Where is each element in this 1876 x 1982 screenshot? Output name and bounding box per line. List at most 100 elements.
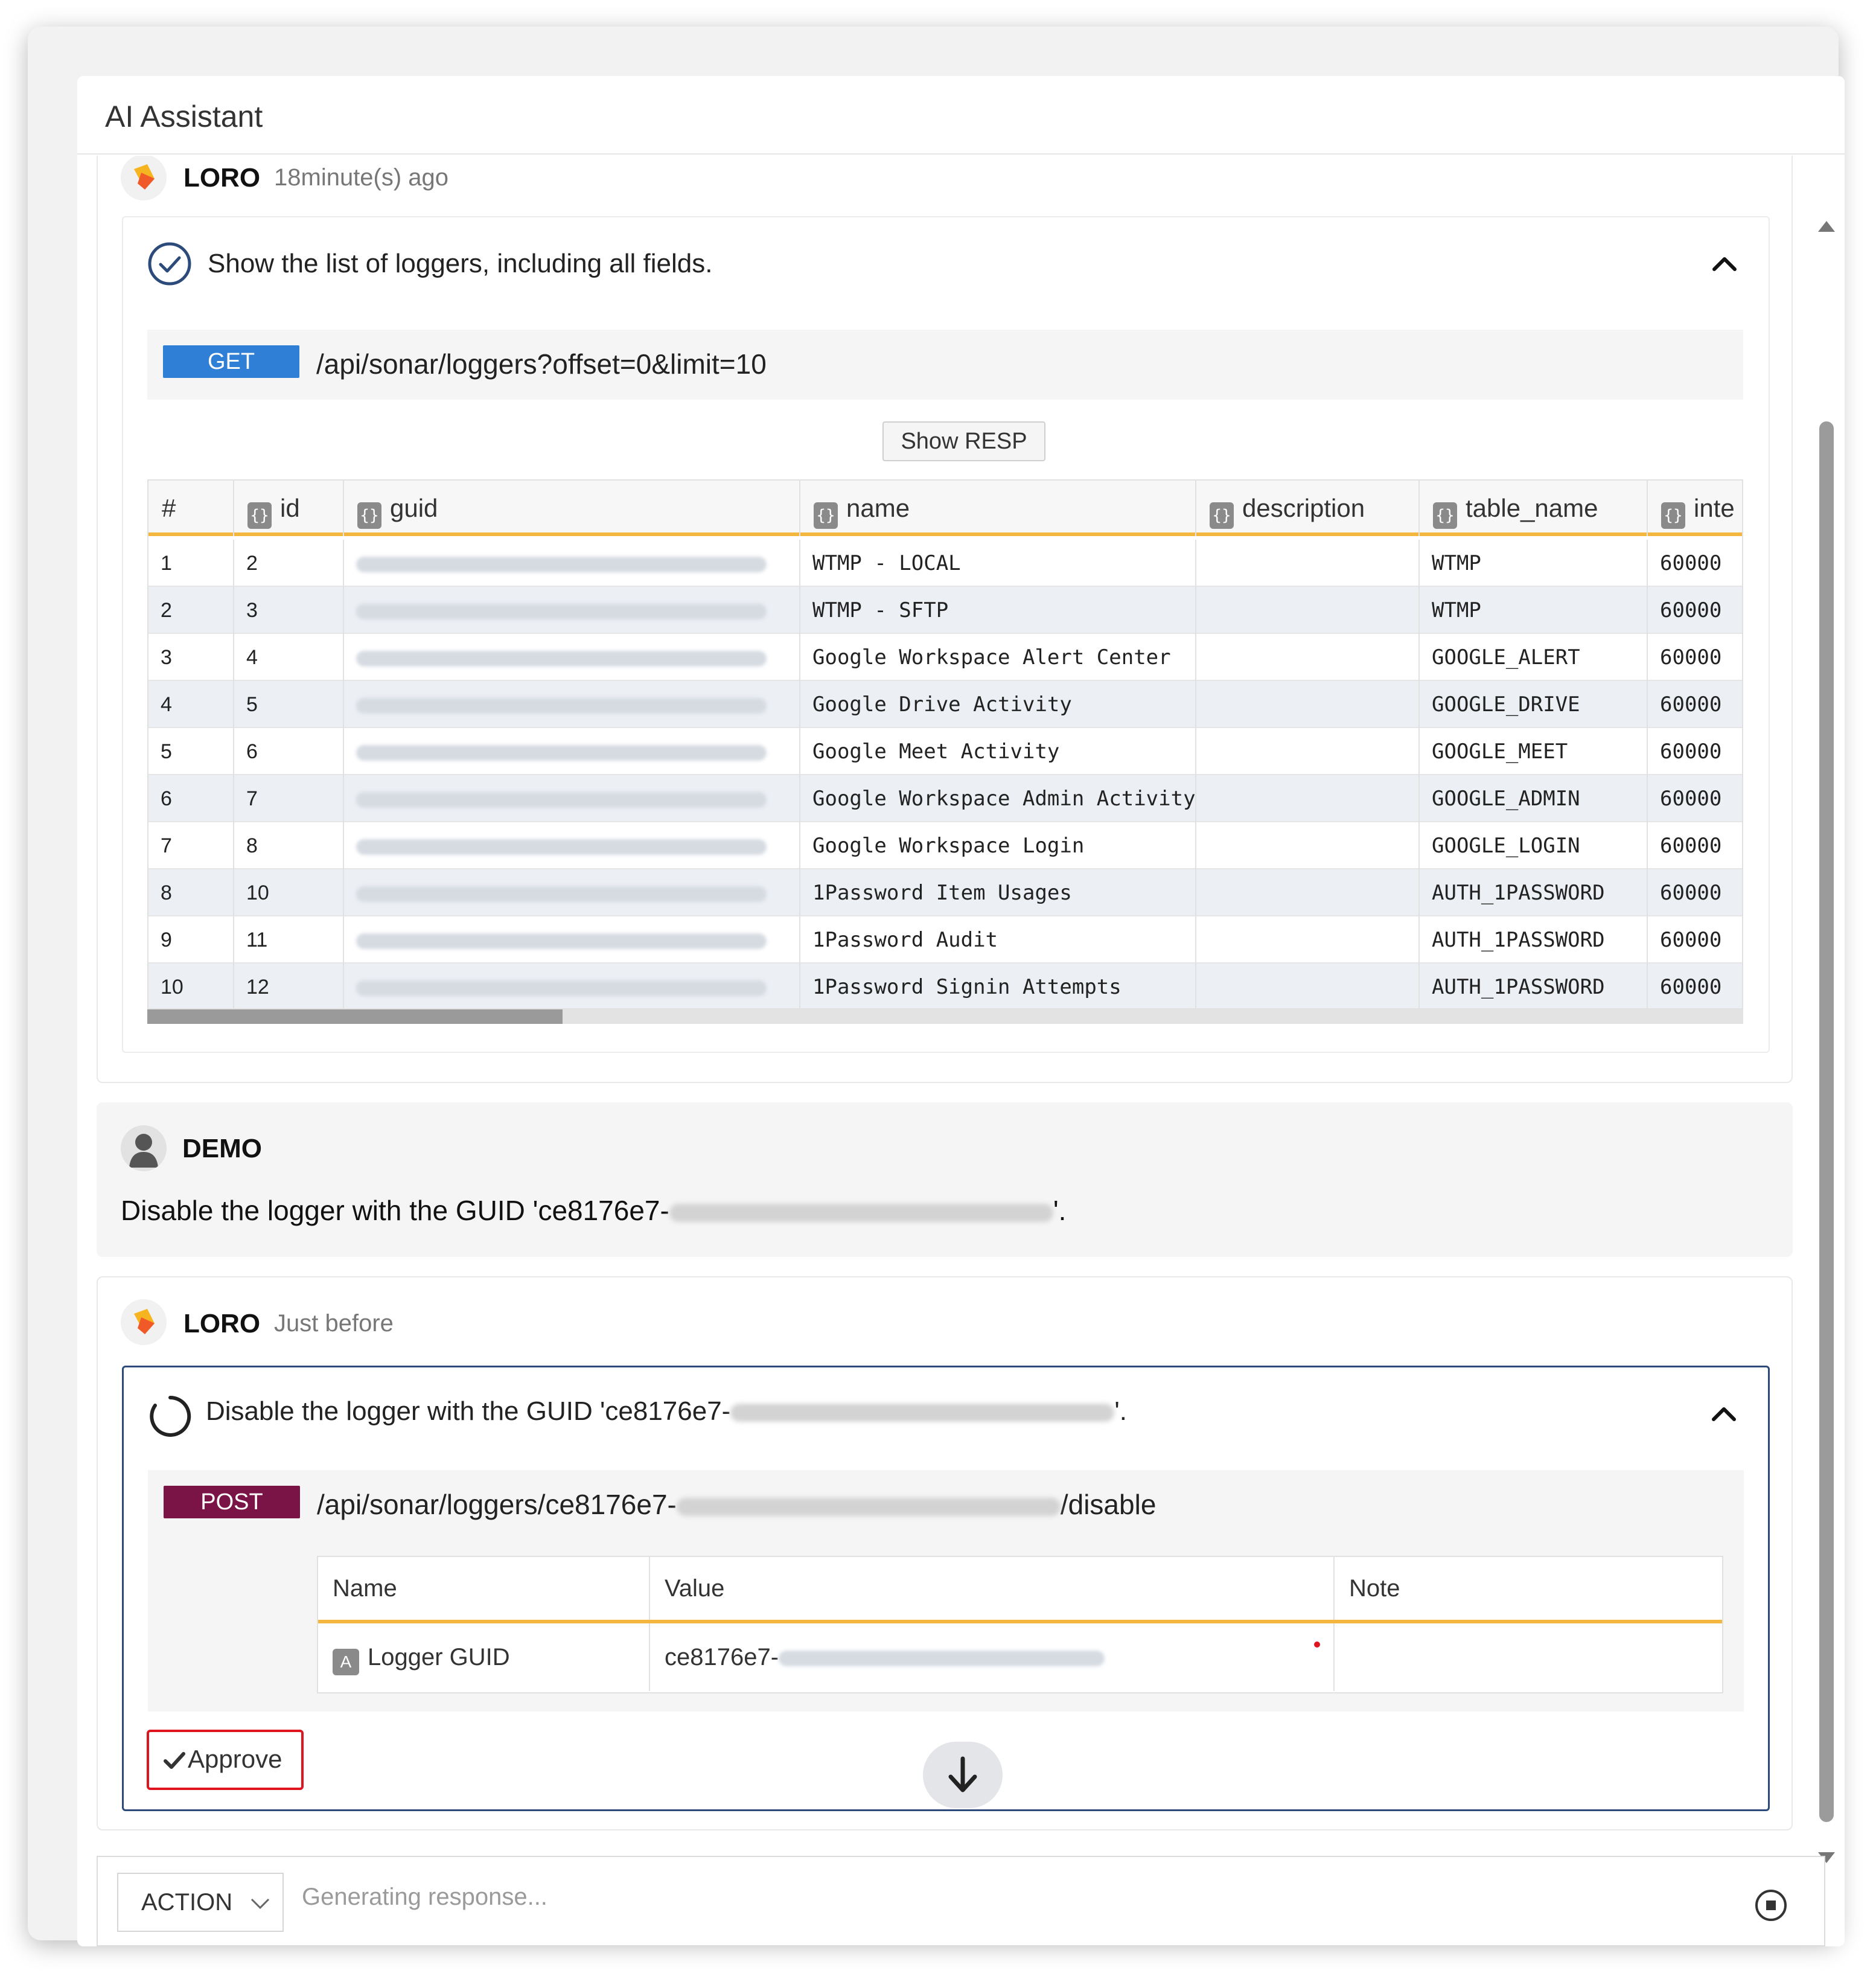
table-cell-table-name: AUTH_1PASSWORD (1420, 869, 1648, 916)
tool-title: Show the list of loggers, including all … (208, 249, 713, 278)
table-cell-table-name: GOOGLE_ALERT (1420, 634, 1648, 681)
sender-name: LORO (183, 1309, 261, 1338)
redacted-guid (779, 1651, 1105, 1667)
redacted-guid (356, 933, 767, 950)
table-cell-name: WTMP - LOCAL (800, 540, 1196, 587)
table-cell-description (1196, 775, 1420, 822)
param-note-cell (1335, 1623, 1722, 1691)
table-cell-inte: 60000 (1660, 551, 1722, 575)
mode-select[interactable]: ACTION (117, 1873, 284, 1932)
table-cell-id: 11 (234, 916, 344, 964)
chat-input-bar: ACTION Generating response... (97, 1856, 1825, 1946)
redacted-guid (356, 651, 767, 667)
approve-button[interactable]: Approve (147, 1730, 304, 1790)
table-cell-n: 8 (148, 869, 234, 916)
table-row[interactable]: 9 11 1Password Audit AUTH_1PASSWORD 60000 (148, 916, 1742, 964)
redacted-guid (669, 1203, 1053, 1222)
redacted-guid (356, 698, 767, 714)
assistant-panel: AI Assistant LORO 18minute(s) ago Show t… (77, 76, 1845, 1946)
string-type-icon: A (333, 1649, 359, 1675)
conversation-scroll-area[interactable]: LORO 18minute(s) ago Show the list of lo… (77, 156, 1845, 1846)
table-cell-table-name: GOOGLE_LOGIN (1420, 822, 1648, 869)
table-cell-n: 9 (148, 916, 234, 964)
http-method-badge: POST (164, 1486, 300, 1518)
table-cell-guid (344, 587, 800, 634)
table-cell-inte: 60000 (1660, 787, 1722, 811)
table-row[interactable]: 6 7 Google Workspace Admin Activity GOOGLE_… (148, 775, 1742, 822)
user-message-text: Disable the logger with the GUID 'ce8176… (121, 1195, 1067, 1226)
object-icon: {} (247, 502, 272, 529)
table-cell-name: 1Password Item Usages (800, 869, 1196, 916)
request-row: GET /api/sonar/loggers?offset=0&limit=10 (147, 330, 1743, 400)
table-row[interactable]: 2 3 WTMP - SFTP WTMP 60000 (148, 587, 1742, 634)
column-header-guid[interactable]: {} guid (344, 481, 800, 536)
table-cell-description (1196, 540, 1420, 587)
table-cell-n: 1 (148, 540, 234, 587)
table-cell-inte: 60000 (1660, 692, 1722, 717)
table-cell-guid (344, 634, 800, 681)
table-row[interactable]: 4 5 Google Drive Activity GOOGLE_DRIVE 60000 (148, 681, 1742, 728)
table-cell-n: 10 (148, 964, 234, 1008)
check-circle-icon (148, 242, 191, 286)
message-time: 18minute(s) ago (274, 164, 449, 191)
table-cell-name: WTMP - SFTP (800, 587, 1196, 634)
table-cell-inte: 60000 (1660, 740, 1722, 764)
horizontal-scrollbar[interactable] (147, 1009, 1743, 1024)
table-cell-table-name: WTMP (1420, 587, 1648, 634)
table-cell-name: Google Meet Activity (800, 728, 1196, 775)
scroll-to-bottom-button[interactable] (923, 1742, 1003, 1808)
show-resp-button[interactable]: Show RESP (882, 421, 1045, 461)
table-cell-inte: 60000 (1660, 881, 1722, 905)
request-path: /api/sonar/loggers/ce8176e7-/disable (317, 1489, 1157, 1520)
table-cell-description (1196, 587, 1420, 634)
loro-logo-icon (121, 1299, 167, 1345)
request-row: POST /api/sonar/loggers/ce8176e7-/disabl… (148, 1470, 1744, 1712)
chat-input[interactable]: Generating response... (302, 1884, 547, 1911)
table-cell-name: 1Password Signin Attempts (800, 964, 1196, 1008)
loro-avatar (121, 1299, 167, 1345)
column-header-id[interactable]: {} id (234, 481, 344, 536)
table-row[interactable]: 1 2 WTMP - LOCAL WTMP 60000 (148, 540, 1742, 587)
table-row[interactable]: 3 4 Google Workspace Alert Center GOOGLE_AL… (148, 634, 1742, 681)
column-header-inte[interactable]: {} inte (1648, 481, 1742, 536)
redacted-guid (356, 886, 767, 903)
table-row[interactable]: 7 8 Google Workspace Login GOOGLE_LOGIN 6000… (148, 822, 1742, 869)
table-cell-description (1196, 681, 1420, 728)
redacted-guid (356, 604, 767, 620)
table-cell-id: 2 (234, 540, 344, 587)
column-header-table-name[interactable]: {} table_name (1420, 481, 1648, 536)
table-cell-n: 4 (148, 681, 234, 728)
loro-logo-icon (121, 156, 167, 200)
param-value-cell[interactable]: ce8176e7- (650, 1623, 1335, 1691)
stop-generation-icon[interactable] (1754, 1888, 1788, 1922)
table-cell-guid (344, 775, 800, 822)
column-header-index[interactable]: # (148, 481, 234, 536)
assistant-message-card-pending: LORO Just before Disable the logger with… (97, 1276, 1793, 1830)
chevron-up-icon[interactable] (1709, 1399, 1739, 1429)
table-row[interactable]: 8 10 1Password Item Usages AUTH_1PASSWORD 60… (148, 869, 1742, 916)
table-row[interactable]: 5 6 Google Meet Activity GOOGLE_MEET 60000 (148, 728, 1742, 775)
chevron-up-icon[interactable] (1709, 249, 1740, 279)
http-method-badge: GET (163, 345, 299, 378)
redacted-guid (356, 792, 767, 808)
scroll-up-arrow-icon[interactable] (1817, 219, 1836, 233)
column-header-name[interactable]: {} name (800, 481, 1196, 536)
panel-title: AI Assistant (105, 100, 263, 133)
redacted-guid (356, 745, 767, 761)
table-cell-id: 5 (234, 681, 344, 728)
table-cell-name: Google Workspace Alert Center (800, 634, 1196, 681)
sender-name: LORO (183, 163, 261, 193)
table-cell-description (1196, 634, 1420, 681)
table-cell-guid (344, 681, 800, 728)
tool-title: Disable the logger with the GUID 'ce8176… (206, 1396, 1127, 1426)
vertical-scrollbar[interactable] (1811, 156, 1841, 1863)
table-cell-table-name: GOOGLE_DRIVE (1420, 681, 1648, 728)
column-header-description[interactable]: {} description (1196, 481, 1420, 536)
message-time: Just before (274, 1310, 394, 1337)
horizontal-scrollbar-thumb[interactable] (147, 1009, 563, 1024)
vertical-scrollbar-thumb[interactable] (1819, 421, 1834, 1822)
required-indicator (1314, 1642, 1320, 1648)
table-row[interactable]: 10 12 1Password Signin Attempts AUTH_1PASSW… (148, 964, 1742, 1008)
table-cell-n: 7 (148, 822, 234, 869)
request-path: /api/sonar/loggers?offset=0&limit=10 (316, 348, 767, 380)
